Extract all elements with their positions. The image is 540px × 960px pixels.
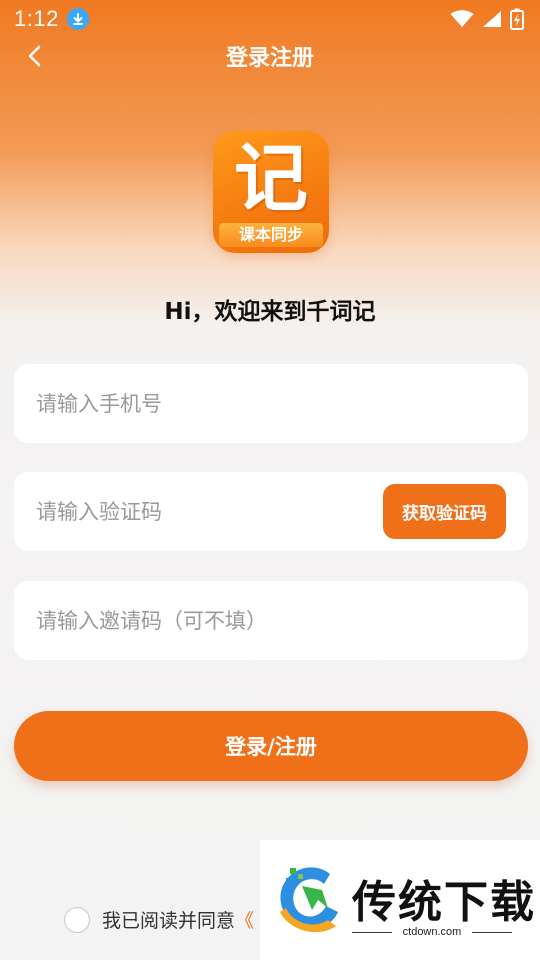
logo-ribbon: 课本同步 (219, 223, 323, 247)
phone-field (14, 364, 528, 443)
status-bar: 1:12 (0, 0, 540, 38)
nav-bar: 登录注册 (0, 36, 540, 76)
download-icon (66, 8, 89, 30)
agreement-link[interactable]: 《 (235, 906, 254, 933)
invite-field (14, 581, 528, 660)
status-time: 1:12 (14, 6, 59, 31)
welcome-text: Hi，欢迎来到千词记 (164, 299, 376, 325)
code-field: 获取验证码 (14, 472, 528, 551)
invite-code-input[interactable] (36, 608, 506, 633)
login-register-button[interactable]: 登录/注册 (14, 711, 528, 781)
watermark-logo-icon (280, 867, 338, 933)
status-icons (450, 8, 524, 30)
phone-input[interactable] (36, 391, 506, 416)
agreement-text: 我已阅读并同意 (102, 910, 236, 932)
signal-icon (483, 11, 501, 27)
get-code-button[interactable]: 获取验证码 (383, 484, 506, 539)
watermark-domain: ctdown.com (402, 926, 462, 938)
page-title: 登录注册 (225, 46, 314, 71)
wifi-icon (450, 10, 474, 27)
app-logo: 记 课本同步 (213, 131, 329, 253)
watermark-name: 传统下载 (352, 877, 536, 928)
battery-icon (510, 8, 524, 30)
agreement-row: 我已阅读并同意 《 (64, 906, 254, 933)
agreement-checkbox[interactable] (64, 906, 90, 933)
code-input[interactable] (36, 499, 375, 524)
logo-char: 记 (234, 136, 308, 222)
watermark-overlay: 传统下载 ctdown.com (260, 840, 540, 960)
